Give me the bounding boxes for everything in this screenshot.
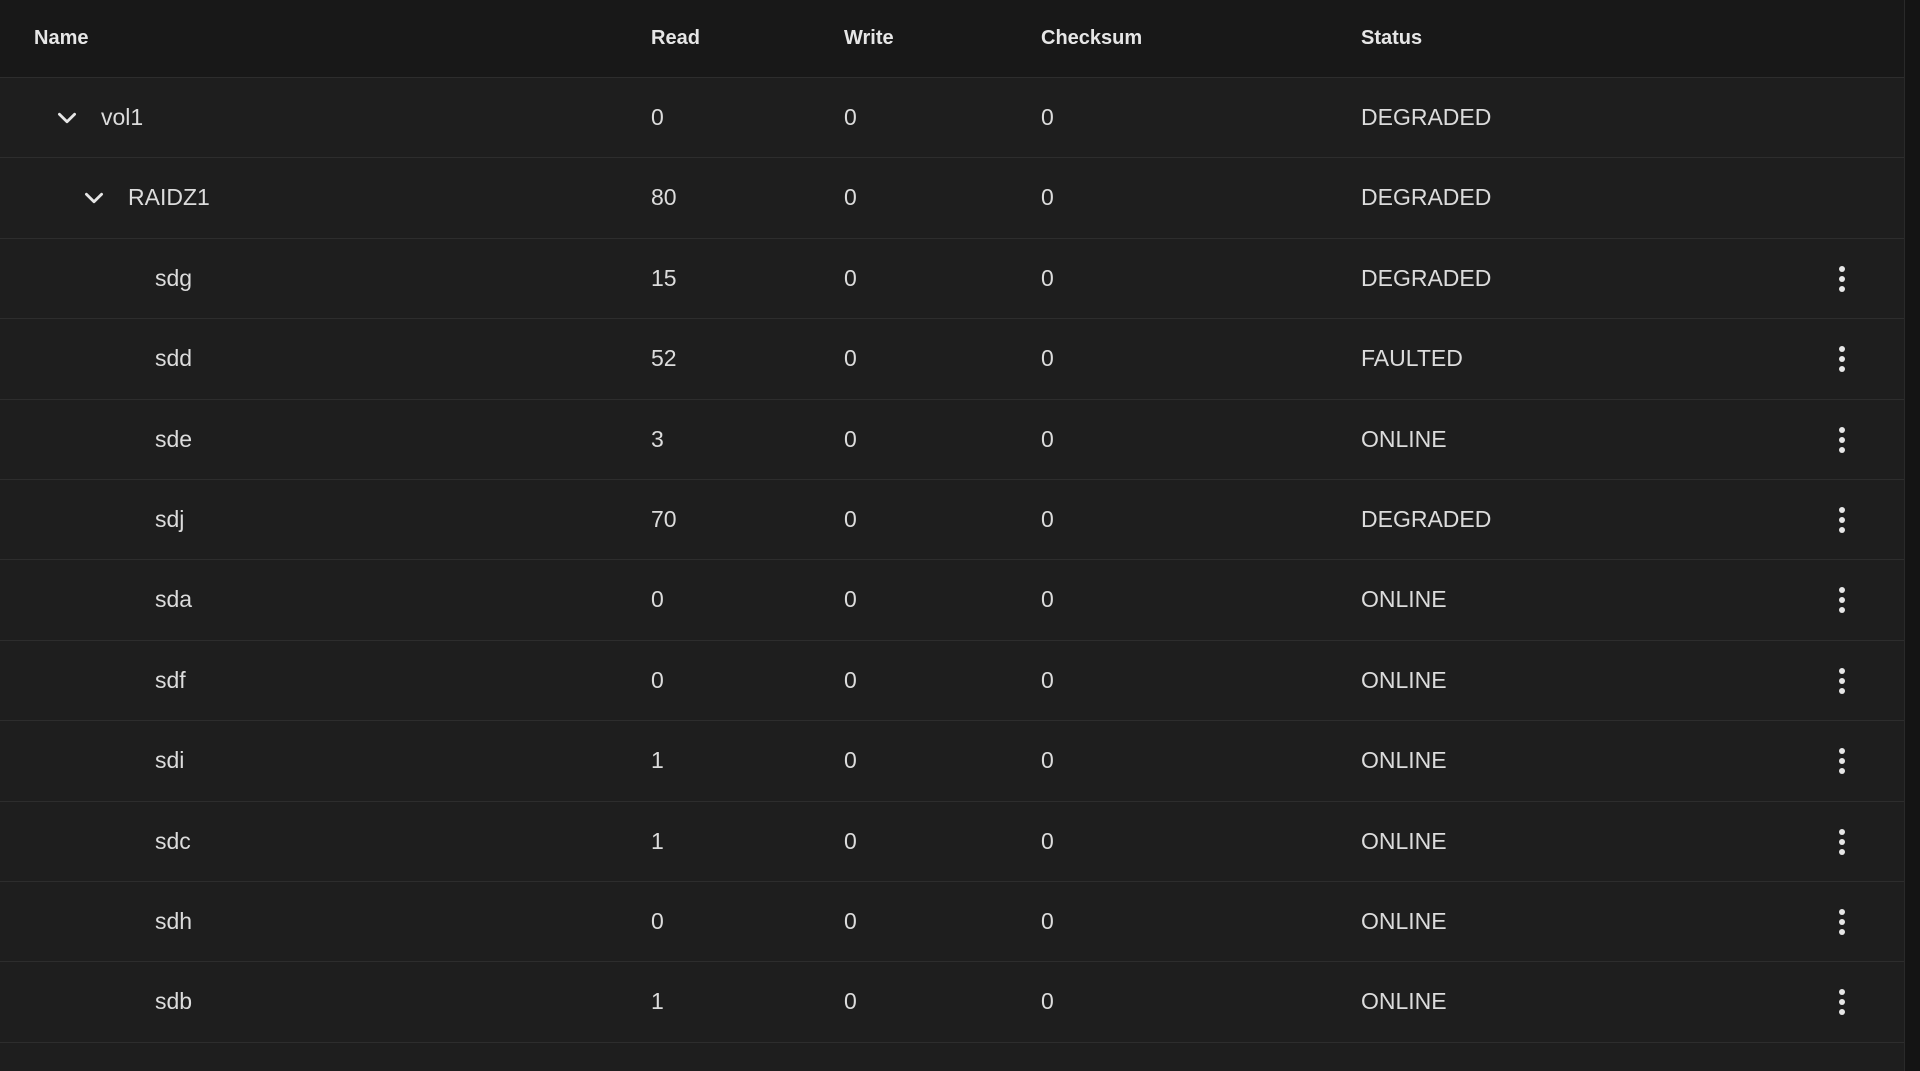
row-status: ONLINE [1361,827,1447,854]
row-read-errors: 3 [651,425,664,452]
row-read-errors: 0 [651,666,664,693]
row-write-errors: 0 [844,666,857,693]
table-row-disk[interactable]: sdf 0 0 0 ONLINE [0,640,1904,722]
row-write-errors: 0 [844,184,857,211]
more-vert-icon[interactable] [1828,984,1856,1020]
row-name: sdi [155,747,185,774]
row-status: FAULTED [1361,345,1463,372]
pool-status-panel: Name Read Write Checksum Status vol1 0 0… [0,0,1904,1071]
row-status: DEGRADED [1361,184,1492,211]
row-write-errors: 0 [844,586,857,613]
column-header-name[interactable]: Name [34,0,88,77]
table-row-disk[interactable]: sdg 15 0 0 DEGRADED [0,238,1904,320]
column-header-write[interactable]: Write [844,0,894,77]
row-write-errors: 0 [844,264,857,291]
row-name: sdc [155,827,191,854]
pool-status-table: Name Read Write Checksum Status vol1 0 0… [0,0,1904,1043]
row-read-errors: 0 [651,104,664,130]
row-write-errors: 0 [844,907,857,934]
row-read-errors: 80 [651,184,677,211]
row-read-errors: 0 [651,907,664,934]
row-checksum-errors: 0 [1041,184,1054,211]
vertical-scrollbar[interactable] [1904,0,1920,1071]
row-status: ONLINE [1361,907,1447,934]
column-header-checksum[interactable]: Checksum [1041,0,1142,77]
row-name: sdg [155,264,193,291]
row-write-errors: 0 [844,827,857,854]
table-header: Name Read Write Checksum Status [0,0,1904,78]
row-name: vol1 [101,104,144,130]
more-vert-icon[interactable] [1828,341,1856,377]
row-checksum-errors: 0 [1041,264,1054,291]
row-name: sdh [155,907,193,934]
table-row-pool[interactable]: vol1 0 0 0 DEGRADED [0,78,1904,159]
table-row-disk[interactable]: sda 0 0 0 ONLINE [0,560,1904,641]
row-read-errors: 52 [651,345,677,372]
row-status: ONLINE [1361,988,1447,1015]
row-name: sdf [155,666,186,693]
chevron-down-icon[interactable] [81,185,107,211]
row-read-errors: 1 [651,747,664,774]
more-vert-icon[interactable] [1828,502,1856,538]
table-row-disk[interactable]: sdh 0 0 0 ONLINE [0,881,1904,963]
table-row-disk[interactable]: sdc 1 0 0 ONLINE [0,801,1904,882]
row-write-errors: 0 [844,747,857,774]
row-checksum-errors: 0 [1041,425,1054,452]
row-read-errors: 70 [651,505,677,532]
column-header-status[interactable]: Status [1361,0,1422,77]
row-checksum-errors: 0 [1041,345,1054,372]
row-name: sdb [155,988,193,1015]
more-vert-icon[interactable] [1828,261,1856,297]
column-header-read[interactable]: Read [651,0,700,77]
row-write-errors: 0 [844,345,857,372]
row-read-errors: 1 [651,988,664,1015]
row-name: sdj [155,505,185,532]
row-checksum-errors: 0 [1041,666,1054,693]
row-status: ONLINE [1361,666,1447,693]
row-checksum-errors: 0 [1041,586,1054,613]
row-checksum-errors: 0 [1041,747,1054,774]
row-checksum-errors: 0 [1041,104,1054,130]
row-read-errors: 1 [651,827,664,854]
table-row-disk[interactable]: sdj 70 0 0 DEGRADED [0,479,1904,561]
row-status: DEGRADED [1361,505,1492,532]
more-vert-icon[interactable] [1828,743,1856,779]
row-name: RAIDZ1 [128,184,210,211]
row-name: sde [155,425,193,452]
row-write-errors: 0 [844,988,857,1015]
table-row-disk[interactable]: sdb 1 0 0 ONLINE [0,962,1904,1043]
row-read-errors: 15 [651,264,677,291]
row-write-errors: 0 [844,425,857,452]
row-status: ONLINE [1361,425,1447,452]
row-name: sdd [155,345,193,372]
chevron-down-icon[interactable] [54,105,80,131]
more-vert-icon[interactable] [1828,663,1856,699]
row-status: DEGRADED [1361,264,1492,291]
row-name: sda [155,586,193,613]
row-checksum-errors: 0 [1041,988,1054,1015]
row-write-errors: 0 [844,505,857,532]
table-row-disk[interactable]: sdi 1 0 0 ONLINE [0,721,1904,802]
row-checksum-errors: 0 [1041,907,1054,934]
row-write-errors: 0 [844,104,857,130]
row-checksum-errors: 0 [1041,827,1054,854]
table-row-disk[interactable]: sde 3 0 0 ONLINE [0,399,1904,480]
row-status: DEGRADED [1361,104,1492,130]
row-read-errors: 0 [651,586,664,613]
more-vert-icon[interactable] [1828,582,1856,618]
more-vert-icon[interactable] [1828,824,1856,860]
row-status: ONLINE [1361,747,1447,774]
table-row-vdev[interactable]: RAIDZ1 80 0 0 DEGRADED [0,158,1904,239]
more-vert-icon[interactable] [1828,904,1856,940]
more-vert-icon[interactable] [1828,422,1856,458]
row-status: ONLINE [1361,586,1447,613]
table-row-disk[interactable]: sdd 52 0 0 FAULTED [0,319,1904,400]
row-checksum-errors: 0 [1041,505,1054,532]
